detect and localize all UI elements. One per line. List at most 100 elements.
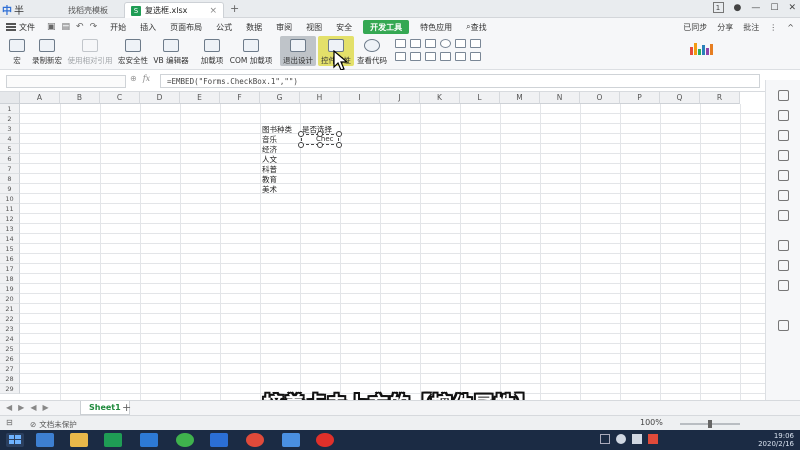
ie-browser-icon[interactable] — [36, 433, 54, 447]
column-header[interactable]: K — [420, 92, 460, 104]
column-header[interactable]: E — [180, 92, 220, 104]
toggle-button-control-icon[interactable] — [395, 52, 406, 61]
file-menu[interactable]: 文件 — [0, 18, 41, 36]
textbox-control-icon[interactable] — [410, 39, 421, 48]
row-header[interactable]: 26 — [0, 354, 20, 364]
row-header[interactable]: 27 — [0, 364, 20, 374]
column-header[interactable]: I — [340, 92, 380, 104]
row-header[interactable]: 12 — [0, 214, 20, 224]
document-protection[interactable]: ⊘ 文档未保护 — [30, 419, 77, 430]
help-icon[interactable] — [778, 280, 789, 291]
cell-g5[interactable]: 经济 — [262, 145, 277, 155]
volume-icon[interactable] — [632, 434, 642, 444]
row-header[interactable]: 7 — [0, 164, 20, 174]
more-options-icon[interactable]: ⋮ — [769, 23, 777, 32]
column-header[interactable]: L — [460, 92, 500, 104]
print-icon[interactable]: ▤ — [62, 22, 71, 32]
cell-g3[interactable]: 图书种类 — [262, 125, 292, 135]
status-icon[interactable]: ⊟ — [6, 418, 13, 427]
maximize-button[interactable]: ☐ — [770, 3, 778, 13]
menu-view[interactable]: 视图 — [299, 18, 329, 36]
row-header[interactable]: 13 — [0, 224, 20, 234]
resize-handle[interactable] — [298, 142, 304, 148]
wps-spreadsheet-taskbar-icon[interactable] — [104, 433, 122, 447]
row-header[interactable]: 4 — [0, 134, 20, 144]
row-header[interactable]: 21 — [0, 304, 20, 314]
file-explorer-icon[interactable] — [70, 433, 88, 447]
row-header[interactable]: 5 — [0, 144, 20, 154]
resize-handle[interactable] — [336, 131, 342, 137]
column-header[interactable]: C — [100, 92, 140, 104]
combobox-control-icon[interactable] — [470, 39, 481, 48]
share-icon[interactable] — [778, 260, 789, 271]
macro-security-button[interactable]: 宏安全性 — [116, 36, 150, 66]
first-sheet-icon[interactable]: ◀ — [6, 403, 12, 412]
column-header[interactable]: R — [700, 92, 740, 104]
row-header[interactable]: 24 — [0, 334, 20, 344]
ime-tray-icon[interactable] — [648, 434, 658, 444]
cell-g7[interactable]: 科普 — [262, 165, 277, 175]
zoom-level[interactable]: 100% — [640, 418, 663, 427]
formula-input[interactable]: =EMBED("Forms.CheckBox.1","") — [160, 74, 760, 88]
column-header[interactable]: D — [140, 92, 180, 104]
wps-writer-icon[interactable] — [210, 433, 228, 447]
undo-icon[interactable]: ↶ — [76, 22, 84, 32]
row-header[interactable]: 9 — [0, 184, 20, 194]
command-button-control-icon[interactable] — [425, 39, 436, 48]
cell-g9[interactable]: 美术 — [262, 185, 277, 195]
column-header[interactable]: O — [580, 92, 620, 104]
column-header[interactable]: J — [380, 92, 420, 104]
search-box[interactable]: ⌕ 查找 — [459, 18, 493, 36]
keyboard-icon[interactable] — [600, 434, 610, 444]
menu-page-layout[interactable]: 页面布局 — [163, 18, 209, 36]
ime-chinese-mode[interactable]: 中 — [2, 2, 12, 17]
screen-recorder-icon[interactable] — [316, 433, 334, 447]
minimize-button[interactable]: — — [751, 3, 760, 13]
menu-special-apps[interactable]: 特色应用 — [413, 18, 459, 36]
resize-handle[interactable] — [317, 131, 323, 137]
new-tab-button[interactable]: + — [230, 2, 239, 15]
relative-reference-button[interactable]: 使用相对引用 — [66, 36, 114, 66]
label-control-icon[interactable] — [440, 52, 451, 61]
column-header[interactable]: B — [60, 92, 100, 104]
resize-handle[interactable] — [336, 142, 342, 148]
start-button-icon[interactable] — [6, 433, 24, 447]
ime-half-width[interactable]: 半 — [14, 2, 24, 17]
row-header[interactable]: 6 — [0, 154, 20, 164]
row-header[interactable]: 25 — [0, 344, 20, 354]
insert-function-icon[interactable]: fx — [143, 74, 150, 83]
shapes-icon[interactable] — [778, 110, 789, 121]
resize-handle[interactable] — [298, 131, 304, 137]
calculator-icon[interactable] — [778, 240, 789, 251]
cloud-drive-icon[interactable] — [140, 433, 158, 447]
network-icon[interactable] — [616, 434, 626, 444]
column-header[interactable]: M — [500, 92, 540, 104]
record-macro-button[interactable]: 录制新宏 — [30, 36, 64, 66]
prev-sheet-icon[interactable]: ▶ — [18, 403, 24, 412]
pdf-reader-icon[interactable] — [282, 433, 300, 447]
chrome-icon[interactable] — [246, 433, 264, 447]
scrollbar-control-icon[interactable] — [425, 52, 436, 61]
select-all-corner[interactable] — [0, 92, 20, 104]
menu-formulas[interactable]: 公式 — [209, 18, 239, 36]
row-header[interactable]: 17 — [0, 264, 20, 274]
tab-template-store[interactable]: 找稻壳模板 — [62, 2, 122, 18]
style-icon[interactable] — [778, 130, 789, 141]
exit-design-button[interactable]: 退出设计 — [280, 36, 316, 66]
column-header[interactable]: P — [620, 92, 660, 104]
resize-handle[interactable] — [317, 142, 323, 148]
zoom-slider-knob[interactable] — [708, 420, 712, 428]
column-header[interactable]: H — [300, 92, 340, 104]
save-icon[interactable]: ▣ — [47, 22, 56, 32]
image-control-icon[interactable] — [455, 52, 466, 61]
menu-security[interactable]: 安全 — [329, 18, 359, 36]
listbox-control-icon[interactable] — [455, 39, 466, 48]
tab-workbook[interactable]: S 复选框.xlsx × — [124, 2, 224, 18]
row-header[interactable]: 23 — [0, 324, 20, 334]
property-icon[interactable] — [778, 150, 789, 161]
view-code-button[interactable]: 查看代码 — [356, 36, 388, 66]
ime-indicator[interactable]: 中 半 — [2, 2, 24, 17]
add-ins-button[interactable]: 加载项 — [198, 36, 226, 66]
vb-editor-button[interactable]: VB 编辑器 — [152, 36, 190, 66]
name-box[interactable] — [6, 75, 126, 88]
